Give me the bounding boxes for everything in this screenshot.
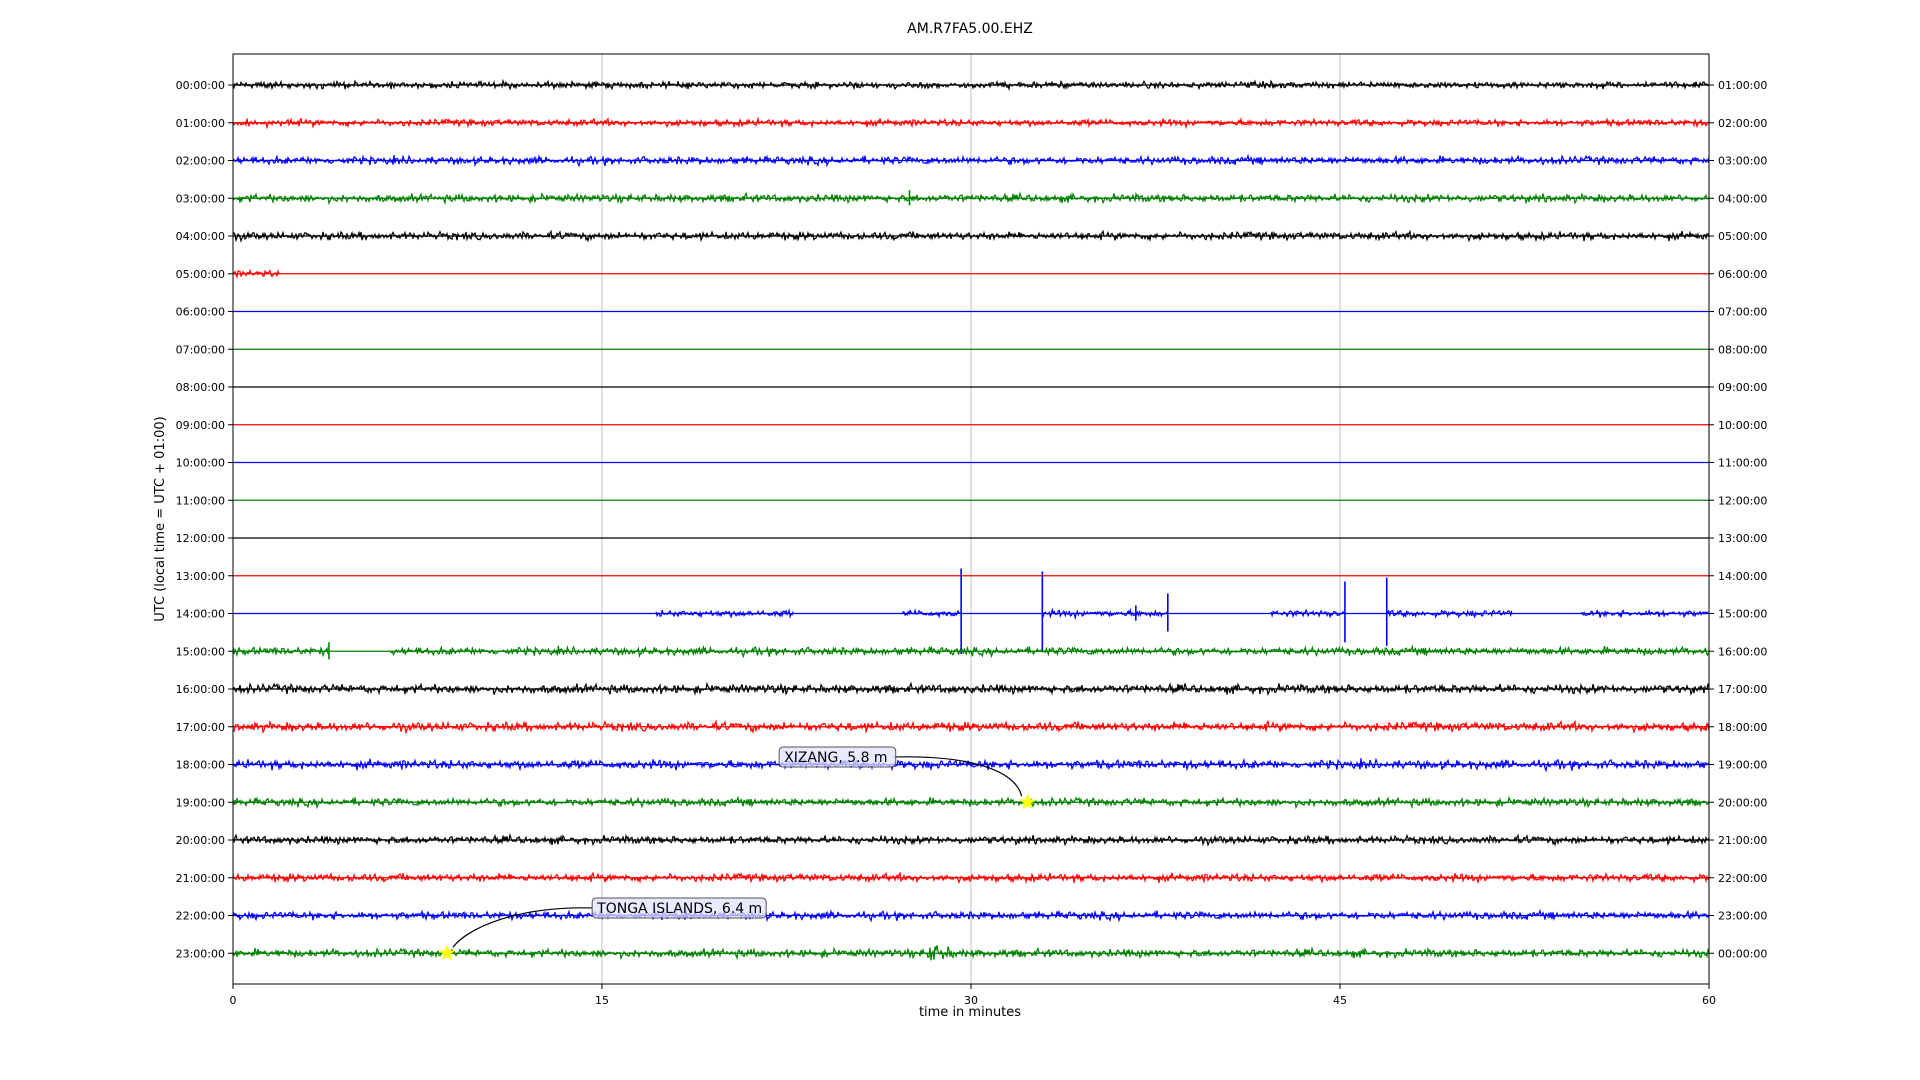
y-tick-label-local: 06:00:00 <box>1718 268 1767 281</box>
dayplot-chart: AM.R7FA5.00.EHZ 00:00:00 01:00:00 02:00:00… <box>153 21 1767 1020</box>
y-tick-label-utc: 16:00:00 <box>176 683 225 696</box>
y-tick-label-utc: 20:00:00 <box>176 834 225 847</box>
y-tick-label-local: 08:00:00 <box>1718 343 1767 356</box>
y-tick-label-utc: 10:00:00 <box>176 457 225 470</box>
y-tick-label-local: 22:00:00 <box>1718 872 1767 885</box>
y-tick-labels-left: 00:00:00 01:00:00 02:00:00 03:00:00 04:00:00… <box>176 79 233 960</box>
y-tick-label-local: 15:00:00 <box>1718 608 1767 621</box>
y-tick-label-local: 03:00:00 <box>1718 155 1767 168</box>
y-tick-label-utc: 13:00:00 <box>176 570 225 583</box>
y-tick-label-utc: 17:00:00 <box>176 721 225 734</box>
y-tick-label-local: 23:00:00 <box>1718 910 1767 923</box>
y-tick-label-utc: 09:00:00 <box>176 419 225 432</box>
y-tick-label-local: 10:00:00 <box>1718 419 1767 432</box>
event-annotations: XIZANG, 5.8 m TONGA ISLANDS, 6.4 m <box>438 746 1036 961</box>
y-tick-label-local: 02:00:00 <box>1718 117 1767 130</box>
y-tick-label-utc: 08:00:00 <box>176 381 225 394</box>
y-tick-label-local: 01:00:00 <box>1718 79 1767 92</box>
y-tick-label-utc: 00:00:00 <box>176 79 225 92</box>
y-tick-label-local: 17:00:00 <box>1718 683 1767 696</box>
y-tick-label-local: 04:00:00 <box>1718 192 1767 205</box>
y-tick-label-local: 05:00:00 <box>1718 230 1767 243</box>
y-tick-label-utc: 21:00:00 <box>176 872 225 885</box>
y-tick-label-local: 21:00:00 <box>1718 834 1767 847</box>
annotation-connector <box>452 907 593 948</box>
y-tick-label-utc: 05:00:00 <box>176 268 225 281</box>
x-axis-label: time in minutes <box>919 1005 1021 1020</box>
y-tick-label-local: 14:00:00 <box>1718 570 1767 583</box>
y-tick-label-local: 00:00:00 <box>1718 947 1767 960</box>
y-tick-label-local: 18:00:00 <box>1718 721 1767 734</box>
y-tick-label-utc: 06:00:00 <box>176 306 225 319</box>
y-tick-label-utc: 18:00:00 <box>176 759 225 772</box>
y-tick-label-local: 19:00:00 <box>1718 759 1767 772</box>
y-tick-label-utc: 15:00:00 <box>176 645 225 658</box>
y-tick-label-utc: 11:00:00 <box>176 494 225 507</box>
y-tick-label-utc: 14:00:00 <box>176 608 225 621</box>
y-axis-label: UTC (local time = UTC + 01:00) <box>153 416 168 621</box>
x-tick-label: 15 <box>595 994 609 1007</box>
y-tick-label-utc: 22:00:00 <box>176 910 225 923</box>
y-tick-label-local: 16:00:00 <box>1718 645 1767 658</box>
y-tick-label-utc: 23:00:00 <box>176 947 225 960</box>
y-tick-label-utc: 01:00:00 <box>176 117 225 130</box>
x-tick-labels: 0 15 30 45 60 <box>230 984 1716 1007</box>
x-gridlines <box>601 54 1341 984</box>
annotation-connector <box>893 756 1023 797</box>
y-tick-label-utc: 19:00:00 <box>176 796 225 809</box>
y-tick-label-local: 20:00:00 <box>1718 796 1767 809</box>
y-tick-label-local: 13:00:00 <box>1718 532 1767 545</box>
x-tick-label: 0 <box>230 994 237 1007</box>
event-annotation: XIZANG, 5.8 m <box>778 746 1036 810</box>
x-tick-label: 60 <box>1702 994 1716 1007</box>
y-tick-labels-right: 01:00:00 02:00:00 03:00:00 04:00:00 05:00:00… <box>1709 79 1767 960</box>
y-tick-label-local: 12:00:00 <box>1718 494 1767 507</box>
chart-title: AM.R7FA5.00.EHZ <box>907 21 1033 37</box>
y-tick-label-utc: 04:00:00 <box>176 230 225 243</box>
x-tick-label: 45 <box>1333 994 1347 1007</box>
annotation-label: XIZANG, 5.8 m <box>784 750 887 766</box>
y-tick-label-local: 11:00:00 <box>1718 457 1767 470</box>
y-tick-label-utc: 07:00:00 <box>176 343 225 356</box>
trace-segment <box>655 608 794 619</box>
y-tick-label-utc: 02:00:00 <box>176 155 225 168</box>
y-tick-label-utc: 12:00:00 <box>176 532 225 545</box>
annotation-label: TONGA ISLANDS, 6.4 m <box>596 901 762 917</box>
y-tick-label-local: 07:00:00 <box>1718 306 1767 319</box>
y-tick-label-local: 09:00:00 <box>1718 381 1767 394</box>
y-tick-label-utc: 03:00:00 <box>176 192 225 205</box>
